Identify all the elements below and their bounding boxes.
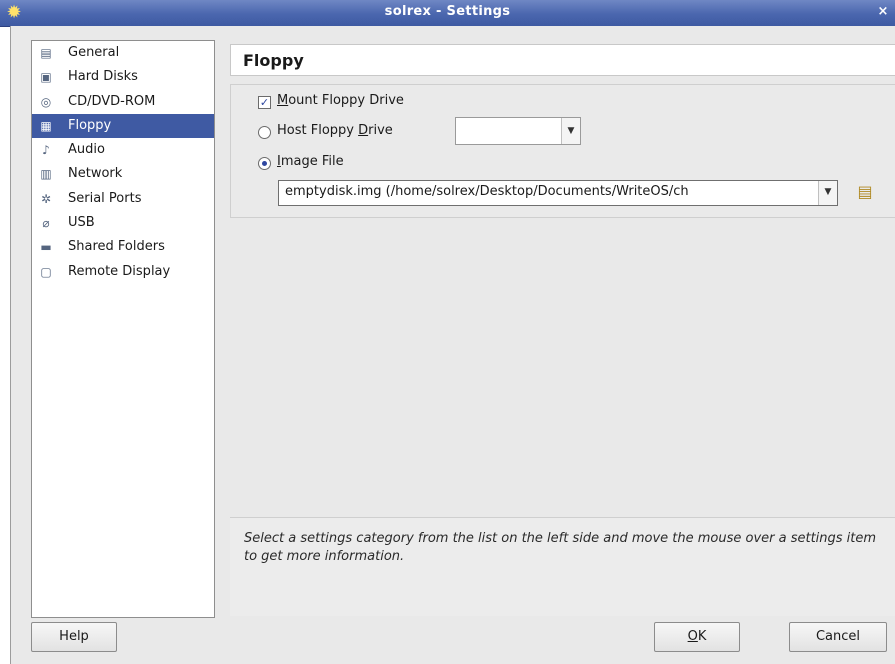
image-file-select[interactable]: emptydisk.img (/home/solrex/Desktop/Docu…: [278, 180, 838, 206]
title-bar: ✹ solrex - Settings ×: [0, 0, 895, 27]
sidebar-item-hard-disks[interactable]: ▣ Hard Disks: [32, 65, 214, 89]
floppy-icon: ▦: [40, 118, 52, 133]
host-floppy-label-prefix: Host Floppy: [277, 123, 359, 138]
sidebar-item-remote-display[interactable]: ▢ Remote Display: [32, 260, 214, 284]
ok-button[interactable]: OK: [654, 622, 740, 652]
image-file-label-text: mage File: [280, 154, 344, 169]
info-text: Select a settings category from the list…: [244, 531, 877, 564]
ok-mnemonic: O: [687, 629, 698, 644]
settings-dialog: ▤ General ▣ Hard Disks ◎ CD/DVD-ROM ▦ Fl…: [10, 26, 895, 664]
sidebar-item-label: CD/DVD-ROM: [68, 93, 156, 109]
sidebar-item-floppy[interactable]: ▦ Floppy: [32, 113, 214, 139]
mount-floppy-label-text: ount Floppy Drive: [288, 93, 404, 108]
network-icon: ▥: [40, 167, 52, 182]
ok-label-rest: K: [697, 629, 707, 644]
chevron-down-icon[interactable]: ▼: [561, 118, 580, 144]
window-title: solrex - Settings: [384, 4, 511, 19]
floppy-settings-group: ✓ Mount Floppy Drive Host Floppy Drive ▼…: [230, 84, 895, 218]
remote-display-icon: ▢: [40, 264, 52, 279]
image-file-label[interactable]: Image File: [277, 154, 344, 169]
sidebar-item-label: Hard Disks: [68, 69, 138, 85]
mount-floppy-mnemonic: M: [277, 93, 289, 108]
help-button[interactable]: Help: [31, 622, 117, 652]
usb-icon: ⌀: [42, 216, 50, 231]
info-panel: Select a settings category from the list…: [230, 517, 895, 616]
sidebar-item-serial-ports[interactable]: ✲ Serial Ports: [32, 187, 214, 211]
sidebar-item-audio[interactable]: ♪ Audio: [32, 138, 214, 162]
host-drive-select[interactable]: ▼: [455, 117, 581, 145]
mount-floppy-label[interactable]: Mount Floppy Drive: [277, 93, 404, 108]
sidebar-item-label: Serial Ports: [68, 190, 142, 206]
chevron-down-icon[interactable]: ▼: [818, 181, 837, 205]
sidebar-item-general[interactable]: ▤ General: [32, 41, 214, 65]
serial-port-icon: ✲: [40, 191, 52, 206]
sidebar-item-label: USB: [68, 215, 95, 231]
sidebar-item-label: Network: [68, 166, 123, 182]
cancel-button[interactable]: Cancel: [789, 622, 887, 652]
sidebar-item-label: General: [68, 45, 120, 60]
sidebar-item-usb[interactable]: ⌀ USB: [32, 211, 214, 235]
host-floppy-drive-label[interactable]: Host Floppy Drive: [277, 123, 393, 138]
sidebar-item-shared-folders[interactable]: ▬ Shared Folders: [32, 235, 214, 259]
open-folder-icon[interactable]: ▤: [854, 181, 876, 203]
host-floppy-drive-radio[interactable]: [258, 126, 271, 139]
monitor-icon: ▤: [40, 46, 52, 60]
settings-category-list[interactable]: ▤ General ▣ Hard Disks ◎ CD/DVD-ROM ▦ Fl…: [31, 40, 215, 618]
sidebar-item-label: Floppy: [68, 117, 112, 133]
sidebar-item-label: Audio: [68, 142, 105, 158]
sidebar-item-label: Shared Folders: [68, 239, 165, 255]
sidebar-item-network[interactable]: ▥ Network: [32, 162, 214, 186]
page-title: Floppy: [243, 51, 304, 70]
page-header: Floppy: [230, 44, 895, 76]
sidebar-item-cd-dvd-rom[interactable]: ◎ CD/DVD-ROM: [32, 90, 214, 114]
folder-icon: ▬: [40, 240, 52, 255]
sidebar-item-label: Remote Display: [68, 263, 171, 279]
image-file-radio[interactable]: [258, 157, 271, 170]
mount-floppy-checkbox[interactable]: ✓: [258, 96, 271, 109]
host-floppy-label-rest: rive: [368, 123, 393, 138]
close-icon[interactable]: ×: [875, 4, 891, 20]
cd-icon: ◎: [40, 94, 52, 109]
host-floppy-mnemonic: D: [358, 123, 369, 138]
speaker-icon: ♪: [42, 143, 50, 158]
image-file-path: emptydisk.img (/home/solrex/Desktop/Docu…: [285, 184, 689, 199]
hard-disk-icon: ▣: [40, 70, 52, 85]
